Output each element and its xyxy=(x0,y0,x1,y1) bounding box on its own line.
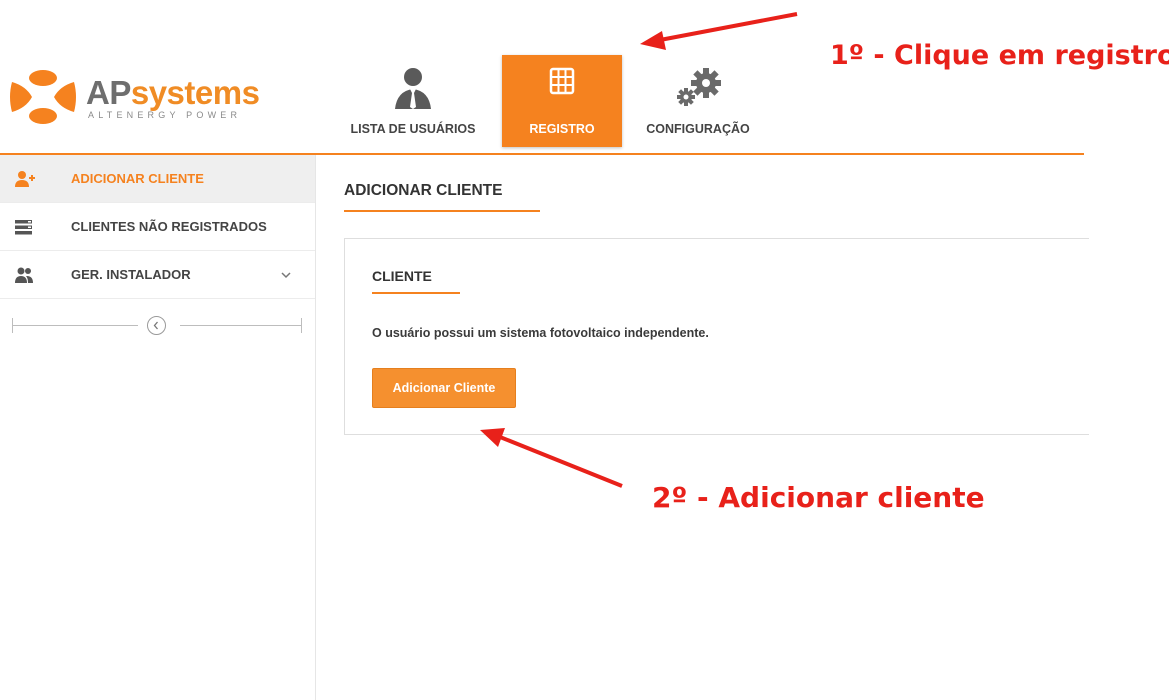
sidebar-collapse-button[interactable] xyxy=(147,316,166,335)
chevron-down-icon xyxy=(281,271,291,278)
annotation-step-1: 1º - Clique em registro xyxy=(830,40,1169,71)
brand-tagline: ALTENERGY POWER xyxy=(88,110,242,120)
solar-panel-icon xyxy=(549,67,575,95)
divider-cap xyxy=(301,318,302,333)
tab-registro[interactable]: REGISTRO xyxy=(502,55,622,147)
sidebar-collapse-row xyxy=(0,299,315,349)
sidebar-item-label: ADICIONAR CLIENTE xyxy=(71,171,204,186)
tab-configuracao[interactable]: CONFIGURAÇÃO xyxy=(633,55,763,147)
brand-name: APsystems xyxy=(86,74,260,111)
tab-label: REGISTRO xyxy=(529,122,595,136)
card-description: O usuário possui um sistema fotovoltaico… xyxy=(372,326,709,340)
page: APsystems ALTENERGY POWER LISTA DE USUÁR… xyxy=(0,0,1169,700)
arrow-to-add-client-button xyxy=(480,428,623,488)
tab-label: LISTA DE USUÁRIOS xyxy=(350,122,476,136)
chevron-left-icon xyxy=(153,321,158,330)
title-underline xyxy=(344,210,540,212)
sidebar-item-label: CLIENTES NÃO REGISTRADOS xyxy=(71,219,267,234)
client-card: CLIENTE O usuário possui um sistema foto… xyxy=(344,238,1089,435)
sidebar-item-adicionar-cliente[interactable]: ADICIONAR CLIENTE xyxy=(0,155,315,203)
add-user-icon xyxy=(15,170,35,187)
brand-logo: APsystems ALTENERGY POWER xyxy=(8,62,273,132)
tab-label: CONFIGURAÇÃO xyxy=(646,122,750,136)
sidebar-item-ger-instalador[interactable]: GER. INSTALADOR xyxy=(0,251,315,299)
sidebar-item-clientes-nao-registrados[interactable]: CLIENTES NÃO REGISTRADOS xyxy=(0,203,315,251)
card-title: CLIENTE xyxy=(372,268,432,284)
user-tie-icon xyxy=(395,68,431,109)
sidebar: ADICIONAR CLIENTE CLIENTES NÃO REGISTRAD… xyxy=(0,155,316,700)
users-icon xyxy=(15,267,33,283)
gears-icon xyxy=(677,68,721,106)
divider-line xyxy=(180,325,302,326)
list-icon xyxy=(15,219,32,234)
arrow-to-registro xyxy=(640,12,798,50)
annotation-step-2: 2º - Adicionar cliente xyxy=(652,481,985,514)
tab-lista-de-usuarios[interactable]: LISTA DE USUÁRIOS xyxy=(338,55,488,147)
divider-line xyxy=(12,325,138,326)
page-title: ADICIONAR CLIENTE xyxy=(344,182,503,199)
sidebar-item-label: GER. INSTALADOR xyxy=(71,267,191,282)
apsystems-logo-icon xyxy=(10,70,76,124)
add-client-button[interactable]: Adicionar Cliente xyxy=(372,368,516,408)
card-title-underline xyxy=(372,292,460,294)
